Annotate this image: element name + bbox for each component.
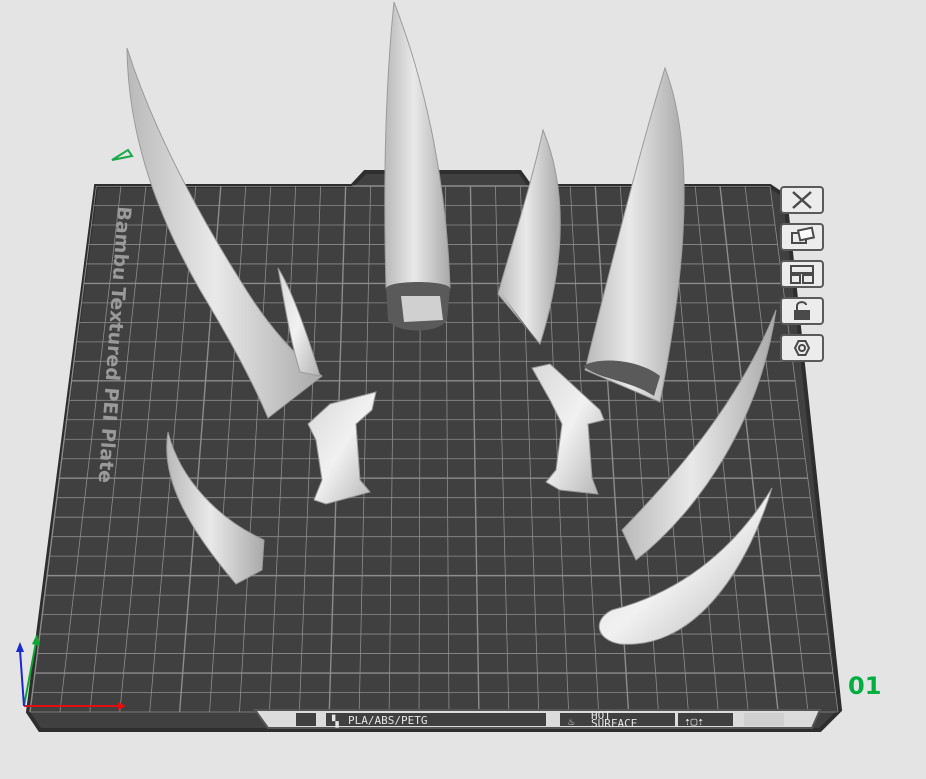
plate-number: 01 <box>848 672 882 700</box>
close-icon <box>792 191 812 209</box>
3d-viewport[interactable]: PLA/ABS/PETG HOT SURFACE ♨ ▚ ⇡▢⇡ Bambu T… <box>0 0 926 779</box>
qr-icon: ▚ <box>331 714 339 728</box>
lock-plate-button[interactable] <box>780 297 824 325</box>
heat-icon: ♨ <box>568 715 575 728</box>
material-label: PLA/ABS/PETG <box>348 714 427 727</box>
auto-orient-button[interactable] <box>780 223 824 251</box>
horn-tall-center[interactable] <box>384 1 451 331</box>
orient-icon <box>791 226 816 244</box>
lock-icon <box>794 301 810 320</box>
gear-icon <box>793 340 811 356</box>
arrange-button[interactable] <box>780 260 824 288</box>
arrange-icon <box>790 265 814 284</box>
plate-settings-button[interactable] <box>780 334 824 362</box>
close-plate-button[interactable] <box>780 186 824 214</box>
pencil-marker-icon <box>111 148 134 161</box>
hot-surface-label-line2: SURFACE <box>591 717 637 730</box>
plate-orientation-icon: ⇡▢⇡ <box>684 715 704 728</box>
plate-toolbar <box>780 186 830 362</box>
